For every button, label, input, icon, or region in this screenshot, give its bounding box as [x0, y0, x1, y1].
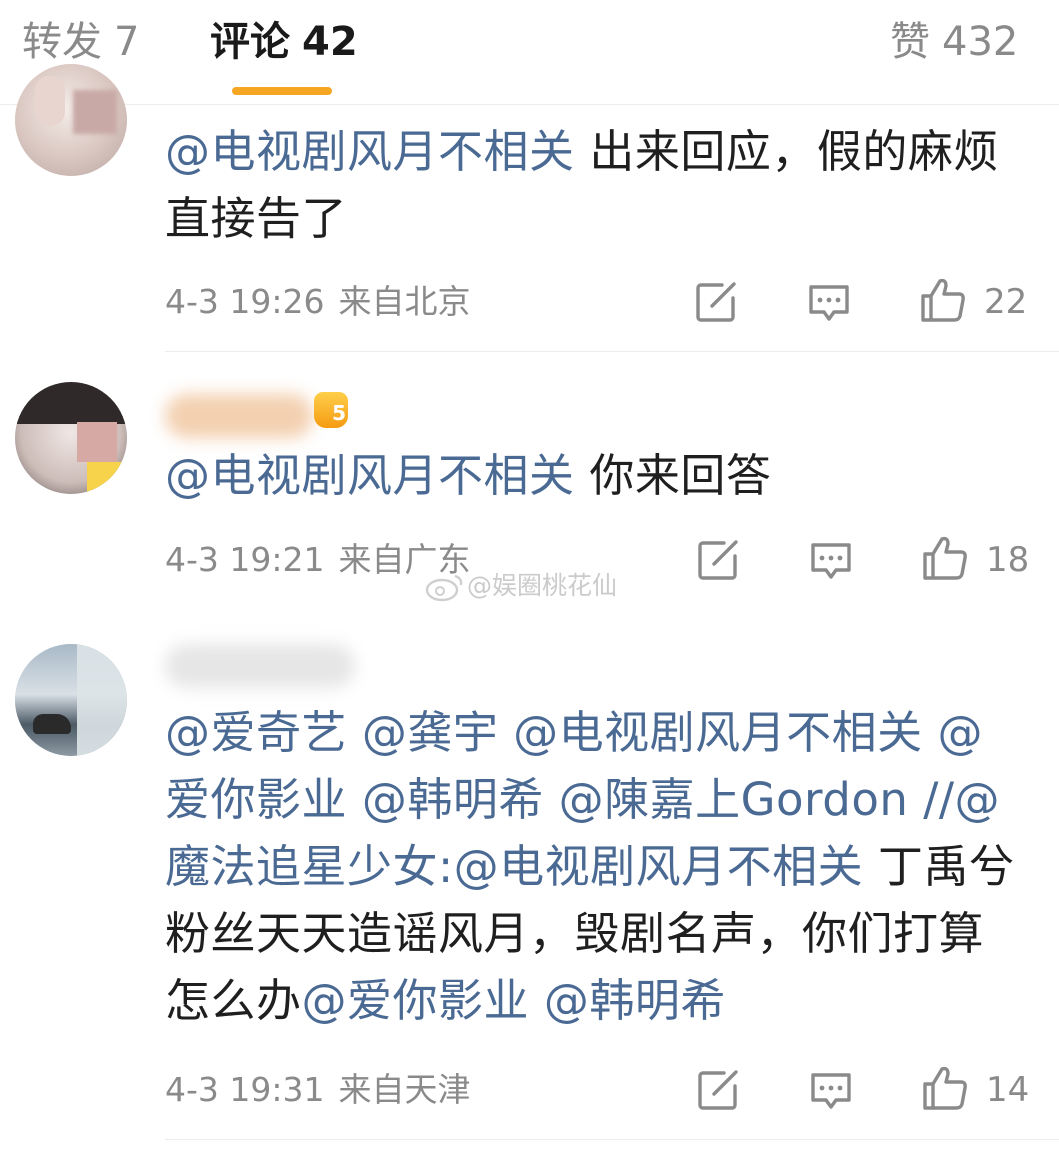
mention-link[interactable]: @韩明希: [362, 773, 544, 826]
mention-link[interactable]: @电视剧风月不相关: [454, 840, 864, 893]
active-tab-indicator: [232, 87, 332, 95]
mention-link[interactable]: @陳嘉上Gordon: [559, 773, 909, 826]
avatar-hair: [15, 382, 127, 424]
comment-divider: [165, 1139, 1059, 1140]
mention-link[interactable]: @爱你影业: [302, 974, 530, 1027]
comment-time: 4-3 19:26: [165, 282, 325, 321]
thumbs-up-icon: [921, 278, 965, 322]
watermark-text: @娱圈桃花仙: [467, 571, 618, 600]
avatar-mosaic: [77, 422, 117, 462]
comment-location: 来自天津: [338, 1070, 471, 1109]
tab-likes-count: 432: [942, 19, 1019, 65]
like-button[interactable]: 14: [920, 1066, 1030, 1114]
comment-icon[interactable]: [805, 278, 853, 326]
mention-link[interactable]: @韩明希: [544, 974, 726, 1027]
avatar-mosaic: [77, 644, 127, 756]
thumbs-up-icon: [923, 1066, 967, 1110]
avatar[interactable]: [15, 64, 127, 176]
mention-link[interactable]: @电视剧风月不相关: [165, 125, 575, 178]
mention-link[interactable]: @电视剧风月不相关: [513, 706, 923, 759]
mention-link[interactable]: @电视剧风月不相关: [165, 449, 575, 502]
level-badge: 5: [314, 392, 348, 428]
comment-item: @爱奇艺 @龚宇 @电视剧风月不相关 @爱你影业 @韩明希 @陳嘉上Gordon…: [0, 622, 1059, 1142]
comment-content: @爱奇艺 @龚宇 @电视剧风月不相关 @爱你影业 @韩明希 @陳嘉上Gordon…: [165, 699, 1027, 1034]
watermark: @娱圈桃花仙: [425, 568, 617, 604]
avatar[interactable]: [15, 382, 127, 494]
tab-comments-label: 评论: [210, 19, 290, 65]
comment-text: [544, 773, 559, 826]
like-count: 22: [984, 282, 1028, 322]
comment-content: @电视剧风月不相关 你来回答: [165, 442, 1025, 509]
repost-icon[interactable]: [694, 1066, 742, 1114]
comment-time: 4-3 19:31: [165, 1070, 325, 1109]
tab-bar: 转发 7 评论 42 赞 432: [0, 0, 1059, 105]
comment-meta: 4-3 19:31 来自天津: [165, 1066, 471, 1114]
repost-icon[interactable]: [692, 278, 740, 326]
mention-link[interactable]: @爱奇艺: [165, 706, 347, 759]
thumbs-up-icon: [923, 536, 967, 580]
repost-icon[interactable]: [694, 536, 742, 584]
avatar-detail: [35, 76, 65, 126]
like-count: 14: [986, 1070, 1030, 1110]
tab-comments[interactable]: 评论 42: [210, 14, 358, 70]
comment-time: 4-3 19:21: [165, 540, 325, 579]
comment-text: [923, 706, 938, 759]
tab-likes-label: 赞: [890, 19, 930, 65]
like-count: 18: [986, 540, 1030, 580]
weibo-logo-icon: [425, 574, 463, 602]
tab-likes[interactable]: 赞 432: [890, 14, 1018, 70]
mention-link[interactable]: @龚宇: [362, 706, 499, 759]
comment-meta: 4-3 19:26 来自北京: [165, 278, 471, 326]
like-button[interactable]: 18: [920, 536, 1030, 584]
username-redacted[interactable]: [165, 644, 355, 688]
tab-reposts-count: 7: [114, 19, 140, 65]
comment-item: @电视剧风月不相关 出来回应，假的麻烦直接告了 4-3 19:26 来自北京 22: [0, 64, 1059, 352]
comment-text: [529, 974, 544, 1027]
comment-text: [347, 773, 362, 826]
avatar-figure: [33, 714, 71, 734]
comment-icon[interactable]: [807, 536, 855, 584]
verified-badge-icon: [87, 462, 127, 494]
comment-content: @电视剧风月不相关 出来回应，假的麻烦直接告了: [165, 118, 1025, 252]
comment-text: [498, 706, 513, 759]
comment-text: 你来回答: [574, 449, 772, 502]
tab-reposts[interactable]: 转发 7: [22, 14, 139, 70]
comment-location: 来自北京: [338, 282, 471, 321]
avatar-mosaic: [73, 90, 117, 134]
comment-icon[interactable]: [807, 1066, 855, 1114]
avatar[interactable]: [15, 644, 127, 756]
username-redacted[interactable]: [165, 394, 313, 438]
like-button[interactable]: 22: [918, 278, 1028, 326]
tab-reposts-label: 转发: [22, 19, 102, 65]
comment-text: [347, 706, 362, 759]
tab-comments-count: 42: [302, 19, 358, 65]
comment-text: [908, 773, 923, 826]
